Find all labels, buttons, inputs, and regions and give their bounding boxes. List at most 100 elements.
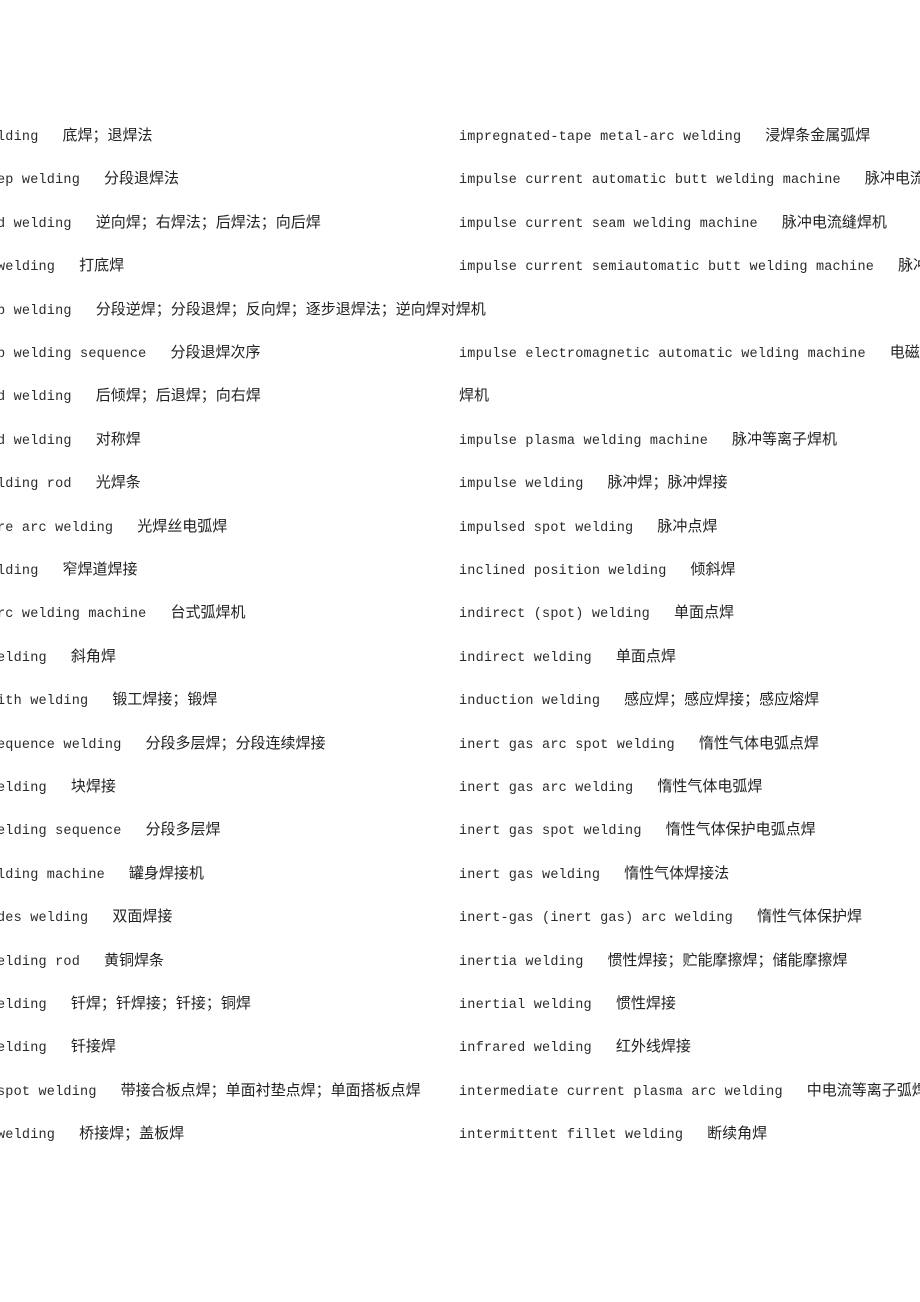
english-term: rc welding machine xyxy=(0,607,147,622)
english-term: impregnated-tape metal-arc welding xyxy=(459,130,742,145)
english-term: ith welding xyxy=(0,694,89,709)
glossary-entry: inclined position welding 倾斜焊 xyxy=(459,560,736,579)
glossary-entry: d welding 逆向焊；右焊法；后焊法；向后焊 xyxy=(0,213,321,232)
chinese-translation: 钎焊；钎焊接；钎接；铜焊 xyxy=(70,994,251,1012)
chinese-translation: 惰性气体焊接法 xyxy=(624,864,730,882)
english-term: des welding xyxy=(0,911,89,926)
english-term: equence welding xyxy=(0,738,122,753)
chinese-translation: 脉冲等离子焊机 xyxy=(732,430,838,448)
glossary-entry: impulse plasma welding machine 脉冲等离子焊机 xyxy=(459,430,838,449)
chinese-translation: 浸焊条金属弧焊 xyxy=(765,126,871,144)
glossary-entry: rc welding machine 台式弧焊机 xyxy=(0,603,246,622)
chinese-translation: 黄铜焊条 xyxy=(104,951,165,969)
english-term: lding xyxy=(0,130,39,145)
chinese-translation: 后倾焊；后退焊；向右焊 xyxy=(95,386,261,404)
glossary-entry: elding 钎焊；钎焊接；钎接；铜焊 xyxy=(0,994,251,1013)
chinese-translation: 惰性气体保护电弧点焊 xyxy=(665,820,816,838)
chinese-translation: 惰性气体保护焊 xyxy=(756,907,862,925)
chinese-translation: 打底焊 xyxy=(79,256,125,274)
english-term: inert gas welding xyxy=(459,868,601,883)
english-term: impulse plasma welding machine xyxy=(459,434,709,449)
english-term: impulse electromagnetic automatic weldin… xyxy=(459,347,866,362)
english-term: intermittent fillet welding xyxy=(459,1128,684,1143)
english-term: d welding xyxy=(0,390,72,405)
chinese-translation: 光焊条 xyxy=(95,473,141,491)
glossary-entry: inert gas arc spot welding 惰性气体电弧点焊 xyxy=(459,734,819,753)
chinese-translation: 光焊丝电弧焊 xyxy=(137,517,228,535)
glossary-entry: d welding 对称焊 xyxy=(0,430,141,449)
chinese-translation: 脉冲点焊 xyxy=(657,517,718,535)
english-term: inert-gas (inert gas) arc welding xyxy=(459,911,733,926)
chinese-translation: 中电流等离子弧焊 xyxy=(806,1081,920,1099)
chinese-translation: 红外线焊接 xyxy=(615,1037,691,1055)
english-term: re arc welding xyxy=(0,521,114,536)
chinese-translation: 感应焊；感应焊接；感应熔焊 xyxy=(624,690,820,708)
glossary-entry: impulse electromagnetic automatic weldin… xyxy=(459,343,920,362)
chinese-translation: 惯性焊接；贮能摩擦焊；储能摩擦焊 xyxy=(607,951,848,969)
english-term: impulse welding xyxy=(459,477,584,492)
glossary-entry: inertial welding 惯性焊接 xyxy=(459,994,676,1013)
chinese-translation: 倾斜焊 xyxy=(690,560,736,578)
document-page: lding 底焊；退焊法 ep welding 分段退焊法 d welding 逆向焊；右… xyxy=(0,0,920,1302)
glossary-entry: inert gas spot welding 惰性气体保护电弧点焊 xyxy=(459,820,816,839)
glossary-entry: impulse welding 脉冲焊；脉冲焊接 xyxy=(459,473,728,492)
chinese-translation: 分段多层焊；分段连续焊接 xyxy=(145,734,326,752)
glossary-entry: intermittent fillet welding 断续角焊 xyxy=(459,1124,768,1143)
chinese-translation: 单面点焊 xyxy=(615,647,676,665)
english-term: d welding xyxy=(0,434,72,449)
chinese-translation: 分段退焊法 xyxy=(104,169,180,187)
glossary-entry: p welding 分段逆焊；分段退焊；反向焊；逐步退焊法；逆向焊对焊机 xyxy=(0,300,486,319)
chinese-translation: 对称焊 xyxy=(95,430,141,448)
chinese-translation: 惯性焊接 xyxy=(615,994,676,1012)
english-term: elding sequence xyxy=(0,824,122,839)
english-term: infrared welding xyxy=(459,1041,592,1056)
glossary-entry: impulse current automatic butt welding m… xyxy=(459,169,920,188)
chinese-translation: 单面点焊 xyxy=(673,603,734,621)
glossary-entry: spot welding 带接合板点焊；单面衬垫点焊；单面搭板点焊 xyxy=(0,1081,421,1100)
english-term: inclined position welding xyxy=(459,564,667,579)
chinese-translation: 惰性气体电弧点焊 xyxy=(698,734,819,752)
glossary-entry: induction welding 感应焊；感应焊接；感应熔焊 xyxy=(459,690,820,709)
glossary-entry: 焊机 xyxy=(459,386,489,404)
glossary-entry: inertia welding 惯性焊接；贮能摩擦焊；储能摩擦焊 xyxy=(459,951,848,970)
glossary-entry: lding rod 光焊条 xyxy=(0,473,141,492)
glossary-entry: impulse current semiautomatic butt weldi… xyxy=(459,256,920,275)
glossary-entry: indirect welding 单面点焊 xyxy=(459,647,676,666)
chinese-translation: 块焊接 xyxy=(70,777,116,795)
chinese-translation: 台式弧焊机 xyxy=(170,603,246,621)
chinese-translation: 分段多层焊 xyxy=(145,820,221,838)
glossary-entry: impregnated-tape metal-arc welding 浸焊条金属弧… xyxy=(459,126,871,145)
glossary-entry: lding 底焊；退焊法 xyxy=(0,126,153,145)
glossary-entry: ep welding 分段退焊法 xyxy=(0,169,180,188)
english-term: p welding xyxy=(0,304,72,319)
chinese-translation: 桥接焊；盖板焊 xyxy=(79,1124,185,1142)
english-term: impulse current seam welding machine xyxy=(459,217,758,232)
chinese-translation: 断续角焊 xyxy=(707,1124,768,1142)
english-term: elding xyxy=(0,651,47,666)
english-term: spot welding xyxy=(0,1085,97,1100)
chinese-translation: 带接合板点焊；单面衬垫点焊；单面搭板点焊 xyxy=(120,1081,421,1099)
english-term: inertia welding xyxy=(459,955,584,970)
english-term: impulse current automatic butt welding m… xyxy=(459,173,841,188)
chinese-translation: 分段退焊次序 xyxy=(170,343,261,361)
glossary-entry: welding 桥接焊；盖板焊 xyxy=(0,1124,185,1143)
glossary-entry: p welding sequence 分段退焊次序 xyxy=(0,343,261,362)
glossary-entry: impulse current seam welding machine 脉冲电流… xyxy=(459,213,887,232)
glossary-entry: welding 打底焊 xyxy=(0,256,125,275)
glossary-entry: elding 钎接焊 xyxy=(0,1037,116,1056)
chinese-translation: 脉冲电流缝焊机 xyxy=(781,213,887,231)
glossary-entry: intermediate current plasma arc welding 中… xyxy=(459,1081,920,1100)
english-term: indirect (spot) welding xyxy=(459,607,650,622)
glossary-entry: elding 块焊接 xyxy=(0,777,116,796)
chinese-translation: 脉冲电流自动 xyxy=(864,169,920,187)
chinese-translation: 窄焊道焊接 xyxy=(62,560,138,578)
english-term: elding xyxy=(0,1041,47,1056)
chinese-translation: 惰性气体电弧焊 xyxy=(657,777,763,795)
english-term: elding xyxy=(0,781,47,796)
glossary-entry: elding 斜角焊 xyxy=(0,647,116,666)
glossary-entry: elding sequence 分段多层焊 xyxy=(0,820,221,839)
english-term: inert gas spot welding xyxy=(459,824,642,839)
glossary-entry: inert gas welding 惰性气体焊接法 xyxy=(459,864,730,883)
chinese-translation: 斜角焊 xyxy=(70,647,116,665)
english-term: inert gas arc welding xyxy=(459,781,634,796)
